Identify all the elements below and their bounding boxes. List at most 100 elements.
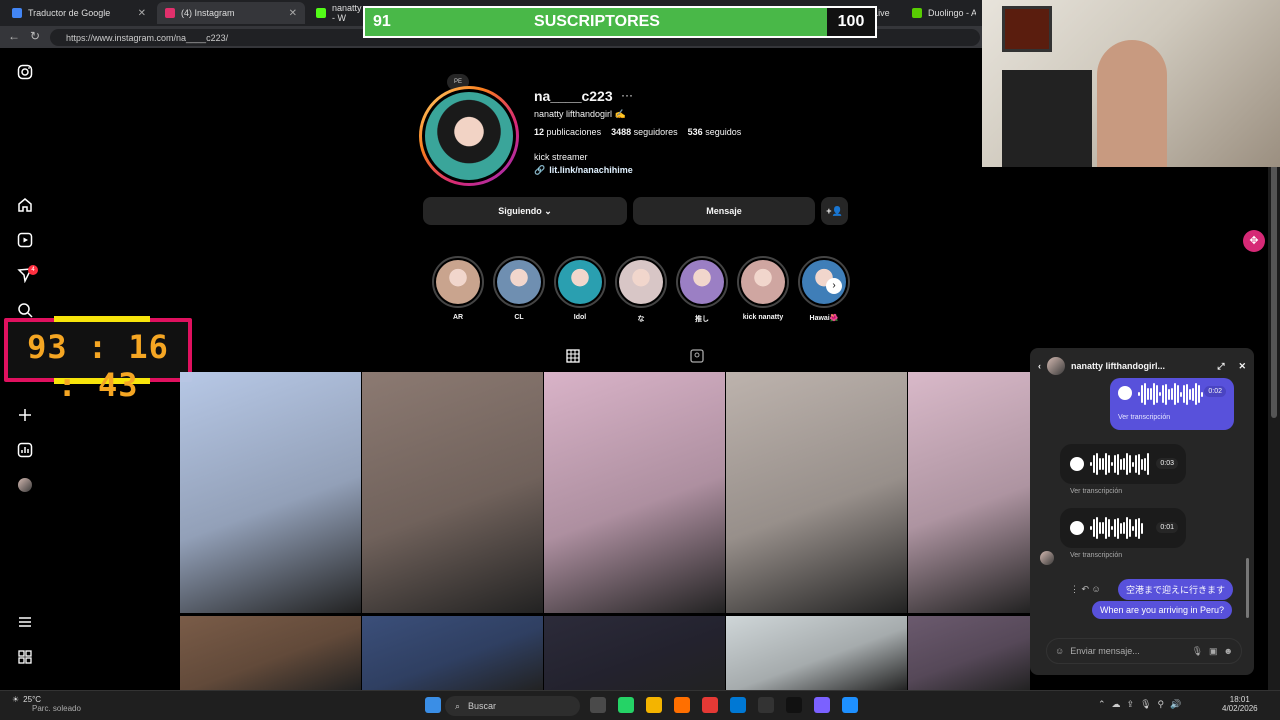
system-tray-icons[interactable]: ⌃☁⇪🎙⚲🔊 bbox=[1098, 699, 1187, 710]
view-transcript-link[interactable]: Ver transcripción bbox=[1070, 552, 1122, 559]
taskbar-app-icon[interactable] bbox=[786, 697, 802, 713]
weather-widget[interactable]: ☀ 25°C Parc. soleado bbox=[12, 695, 81, 713]
chevron-right-icon[interactable]: › bbox=[826, 278, 842, 294]
view-transcript-link[interactable]: Ver transcripción bbox=[1118, 414, 1170, 421]
chat-name[interactable]: nanatty lifthandogirl... bbox=[1071, 361, 1211, 371]
windows-start-icon[interactable] bbox=[425, 697, 441, 713]
chat-scrollbar[interactable] bbox=[1246, 558, 1249, 618]
post-thumbnail[interactable] bbox=[362, 616, 543, 690]
close-icon[interactable]: ✕ bbox=[138, 8, 146, 19]
story-highlight[interactable]: Idol bbox=[554, 256, 606, 321]
search-icon[interactable] bbox=[16, 301, 34, 319]
story-highlight[interactable]: AR bbox=[432, 256, 484, 321]
post-thumbnail[interactable] bbox=[180, 372, 361, 613]
close-icon[interactable]: ✕ bbox=[1238, 361, 1246, 372]
view-transcript-link[interactable]: Ver transcripción bbox=[1070, 488, 1122, 495]
taskbar-app-icon[interactable] bbox=[590, 697, 606, 713]
story-highlight[interactable]: Hawai🌺 bbox=[798, 256, 850, 322]
reels-icon[interactable] bbox=[16, 231, 34, 249]
clock[interactable]: 18:01 4/02/2026 bbox=[1222, 695, 1258, 713]
profile-avatar[interactable] bbox=[419, 86, 519, 186]
highlight-label: CL bbox=[514, 314, 524, 321]
profile-link[interactable]: 🔗 lit.link/nanachihime bbox=[534, 165, 633, 176]
chat-avatar[interactable] bbox=[1047, 357, 1065, 375]
back-icon[interactable]: ← bbox=[8, 29, 20, 43]
post-thumbnail[interactable] bbox=[544, 616, 725, 690]
story-highlight[interactable]: kick nanatty bbox=[737, 256, 789, 321]
post-thumbnail[interactable] bbox=[908, 372, 1030, 613]
message-input[interactable]: ☺ Enviar mensaje... 🎙 ▣ ☻ bbox=[1046, 638, 1242, 664]
more-apps-icon[interactable] bbox=[16, 648, 34, 666]
post-thumbnail[interactable] bbox=[544, 372, 725, 613]
voice-message-sent[interactable]: 0:02 Ver transcripción bbox=[1110, 378, 1234, 430]
following-count[interactable]: 536 seguidos bbox=[688, 127, 742, 137]
tab-instagram[interactable]: (4) Instagram ✕ bbox=[157, 2, 305, 24]
taskbar-search-label: Buscar bbox=[468, 701, 497, 711]
microphone-icon[interactable]: 🎙 bbox=[1192, 646, 1203, 657]
play-icon[interactable] bbox=[1118, 386, 1132, 400]
back-icon[interactable]: ‹ bbox=[1038, 361, 1041, 371]
extension-floating-button[interactable]: ✥ bbox=[1243, 230, 1265, 252]
image-icon[interactable]: ▣ bbox=[1209, 646, 1218, 657]
play-icon[interactable] bbox=[1070, 457, 1084, 471]
more-options-icon[interactable]: ··· bbox=[621, 88, 633, 102]
close-icon[interactable]: ✕ bbox=[289, 8, 297, 19]
highlight-label: 推し bbox=[695, 316, 709, 323]
profile-link-text[interactable]: lit.link/nanachihime bbox=[549, 165, 633, 176]
profile-bio: kick streamer bbox=[534, 152, 588, 162]
message-bubble-sent[interactable]: 空港まで迎えに行きます bbox=[1118, 579, 1234, 600]
story-highlight[interactable]: な bbox=[615, 256, 667, 324]
play-icon[interactable] bbox=[1070, 521, 1084, 535]
profile-stats: 12 publicaciones 3488 seguidores 536 seg… bbox=[534, 127, 741, 137]
followers-count[interactable]: 3488 seguidores bbox=[611, 127, 678, 137]
message-actions-icons[interactable]: ⋮ ↶ ☺ bbox=[1070, 584, 1101, 595]
post-thumbnail[interactable] bbox=[180, 616, 361, 690]
expand-icon[interactable]: ⤢ bbox=[1217, 361, 1224, 372]
dashboard-icon[interactable] bbox=[16, 441, 34, 459]
taskbar-app-icon[interactable] bbox=[646, 697, 662, 713]
voice-message-received[interactable]: 0:01 bbox=[1060, 508, 1186, 548]
following-button[interactable]: Siguiendo ⌄ bbox=[423, 197, 627, 225]
post-thumbnail[interactable] bbox=[362, 372, 543, 613]
voice-message-received[interactable]: 0:03 bbox=[1060, 444, 1186, 484]
profile-avatar-icon[interactable] bbox=[16, 476, 34, 494]
taskbar-app-icon[interactable] bbox=[702, 697, 718, 713]
tab-label: (4) Instagram bbox=[181, 8, 235, 18]
google-translate-icon bbox=[12, 8, 22, 18]
suggest-user-button[interactable]: +👤 bbox=[821, 197, 848, 225]
message-bubble-sent[interactable]: When are you arriving in Peru? bbox=[1092, 601, 1233, 619]
reload-icon[interactable]: ↻ bbox=[30, 29, 40, 43]
post-thumbnail[interactable] bbox=[908, 616, 1030, 690]
home-icon[interactable] bbox=[16, 196, 34, 214]
taskbar-app-icon[interactable] bbox=[814, 697, 830, 713]
taskbar-app-icon[interactable] bbox=[674, 697, 690, 713]
posts-count[interactable]: 12 publicaciones bbox=[534, 127, 601, 137]
voice-duration: 0:01 bbox=[1156, 522, 1178, 533]
taskbar-app-icon[interactable] bbox=[842, 697, 858, 713]
taskbar-app-icon[interactable] bbox=[758, 697, 774, 713]
story-highlight[interactable]: CL bbox=[493, 256, 545, 321]
timer-bar-top bbox=[54, 316, 150, 322]
emoji-icon[interactable]: ☺ bbox=[1055, 646, 1064, 656]
message-button[interactable]: Mensaje bbox=[633, 197, 815, 225]
story-highlight[interactable]: 推し bbox=[676, 256, 728, 324]
taskbar-app-icon[interactable] bbox=[730, 697, 746, 713]
posts-grid-icon[interactable] bbox=[566, 349, 580, 368]
sender-avatar[interactable] bbox=[1040, 551, 1054, 565]
post-thumbnail[interactable] bbox=[726, 372, 907, 613]
tab-google-translate[interactable]: Traductor de Google ✕ bbox=[4, 2, 154, 24]
search-icon: ⌕ bbox=[455, 700, 461, 711]
taskbar-app-icon[interactable] bbox=[618, 697, 634, 713]
taskbar-search[interactable]: ⌕ Buscar bbox=[445, 696, 580, 716]
tagged-icon[interactable] bbox=[690, 349, 704, 368]
create-icon[interactable] bbox=[16, 406, 34, 424]
clock-date: 4/02/2026 bbox=[1222, 704, 1258, 713]
sticker-icon[interactable]: ☻ bbox=[1224, 646, 1233, 656]
highlight-label: な bbox=[637, 316, 645, 323]
instagram-logo-icon[interactable] bbox=[16, 63, 34, 81]
tab-duolingo[interactable]: Duolingo - Aprend bbox=[904, 2, 984, 24]
post-thumbnail[interactable] bbox=[726, 616, 907, 690]
menu-icon[interactable] bbox=[16, 613, 34, 631]
highlight-label: Hawai🌺 bbox=[809, 315, 839, 322]
tab-kick[interactable]: nanatty - W bbox=[308, 2, 366, 24]
